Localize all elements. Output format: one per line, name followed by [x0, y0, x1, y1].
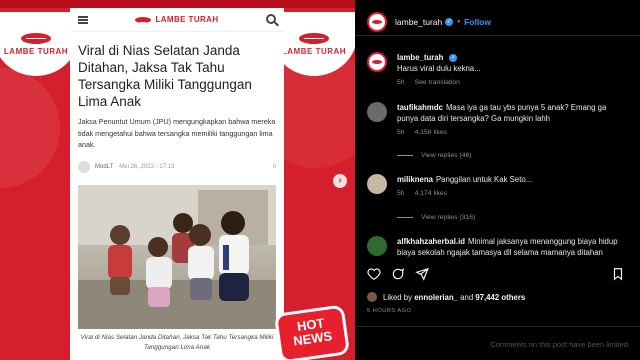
- background-logo-text: LAMBE TURAH: [281, 46, 347, 56]
- avatar[interactable]: [367, 102, 387, 122]
- post-time-ago: 5 HOURS AGO: [367, 308, 412, 314]
- heart-icon[interactable]: [367, 267, 381, 281]
- comment-likes[interactable]: 4,174 likes: [415, 190, 448, 197]
- account-avatar[interactable]: [367, 11, 387, 32]
- caption-time: 5h: [397, 79, 405, 86]
- article-header: LAMBE TURAH: [70, 8, 284, 32]
- liked-by-prefix: Liked by: [383, 292, 413, 302]
- screenshot-frame: LAMBE TURAH LAMBE TURAH LAMBE TURAH Vira…: [0, 0, 640, 360]
- share-icon[interactable]: [415, 267, 429, 281]
- lips-logo-icon: [21, 32, 51, 44]
- comment-username[interactable]: miliknena: [397, 175, 433, 184]
- view-replies-button[interactable]: View replies (316): [397, 214, 475, 221]
- comment-username[interactable]: taufikahmdc: [397, 103, 443, 112]
- lips-logo-icon: [372, 19, 382, 24]
- post-sidebar: lambe_turah ✓ • Follow lambe_turah ✓ Haru…: [355, 0, 640, 360]
- view-replies-button[interactable]: View replies (46): [397, 152, 472, 159]
- search-icon: [266, 14, 276, 24]
- avatar[interactable]: [367, 52, 387, 72]
- article-meta: ModLT Mei 26, 2023 - 17:13 0: [70, 151, 284, 173]
- account-username[interactable]: lambe_turah: [395, 17, 442, 27]
- caption-username[interactable]: lambe_turah: [397, 53, 443, 62]
- lips-logo-icon: [299, 32, 329, 44]
- hot-news-badge: HOT NEWS: [277, 307, 347, 360]
- comment-likes[interactable]: 4,158 likes: [415, 129, 448, 136]
- comment-time: 5h: [397, 129, 405, 136]
- likes-summary: Liked by ennolerian_ and 97,442 others: [367, 292, 525, 302]
- post-header: lambe_turah ✓ • Follow: [355, 8, 640, 36]
- post-actions: [367, 267, 627, 283]
- comments-limited-notice: Comments on this post have been limited.: [490, 340, 630, 349]
- children-photo-illustration: [78, 185, 276, 329]
- chevron-right-icon[interactable]: ›: [333, 174, 347, 188]
- lips-logo-icon: [372, 60, 382, 64]
- liked-by-user[interactable]: ennolerian_: [414, 293, 458, 302]
- background-logo-left: LAMBE TURAH: [0, 12, 80, 76]
- avatar[interactable]: [367, 236, 387, 256]
- caption-text: Harus viral dulu kekna...: [397, 64, 481, 73]
- separator-dot: •: [457, 17, 461, 26]
- article-photo: [78, 185, 276, 329]
- comment-icon[interactable]: [391, 267, 405, 281]
- verified-icon: ✓: [449, 53, 458, 62]
- menu-icon: [78, 16, 88, 24]
- article-comment-count: 0: [272, 163, 276, 170]
- follow-button[interactable]: Follow: [464, 17, 491, 27]
- verified-icon: ✓: [445, 17, 454, 26]
- lips-logo-icon: [135, 16, 152, 23]
- comment-text: Panggilan untuk Kak Seto...: [435, 175, 533, 184]
- author-avatar: [78, 160, 90, 173]
- avatar[interactable]: [367, 174, 387, 194]
- article-date: Mei 26, 2023 - 17:13: [119, 163, 175, 170]
- article-card: LAMBE TURAH Viral di Nias Selatan Janda …: [70, 8, 284, 360]
- divider: [355, 326, 640, 327]
- liked-by-and: and: [460, 292, 474, 302]
- likes-count[interactable]: 97,442 others: [475, 293, 525, 302]
- article-author: ModLT: [95, 163, 114, 170]
- article-brand: LAMBE TURAH: [155, 15, 219, 24]
- comment-username[interactable]: alfkhahzaherbal.id: [397, 237, 465, 246]
- comment-time: 5h: [397, 190, 405, 197]
- background-logo-text: LAMBE TURAH: [3, 46, 69, 56]
- avatar: [367, 292, 377, 302]
- photo-caption: Viral di Nias Selatan Janda Ditahan, Jak…: [80, 334, 274, 351]
- bookmark-icon[interactable]: [611, 267, 625, 281]
- article-lead: Jaksa Penuntut Umum (JPU) mengungkapkan …: [78, 117, 276, 149]
- see-translation-link[interactable]: See translation: [415, 79, 460, 86]
- article-title: Viral di Nias Selatan Janda Ditahan, Jak…: [78, 43, 252, 109]
